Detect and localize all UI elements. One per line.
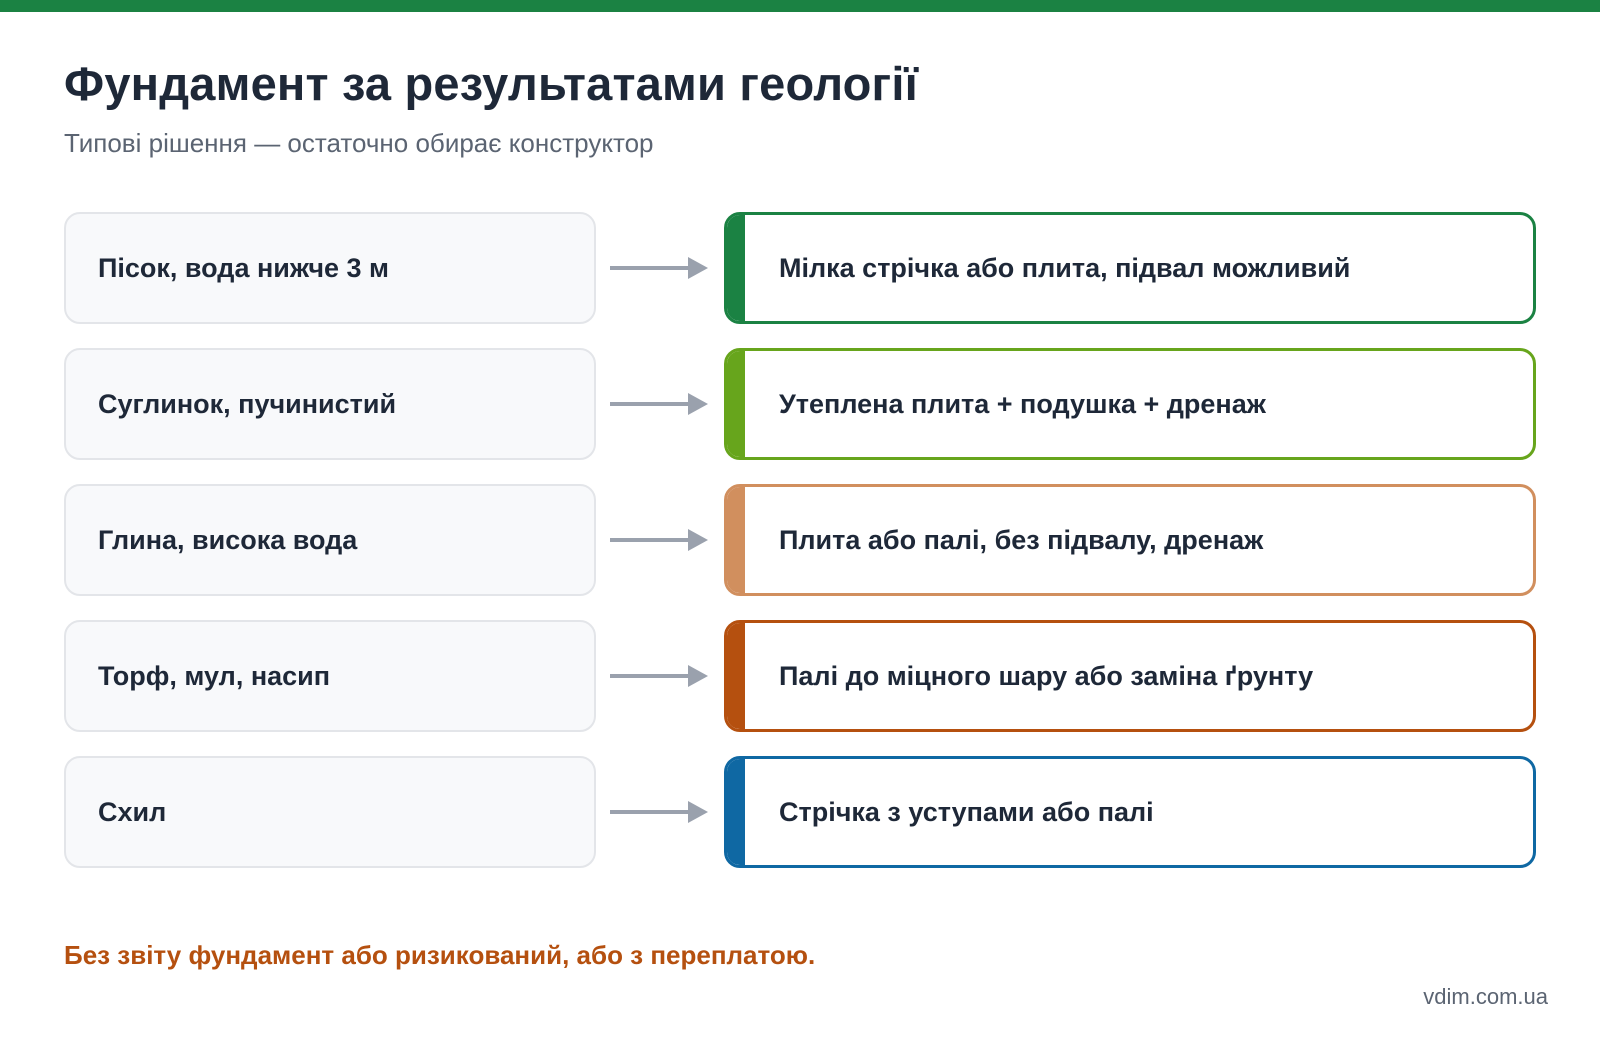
soil-label: Суглинок, пучинистий [98, 388, 397, 419]
soil-card: Глина, висока вода [64, 484, 596, 596]
solution-label: Плита або палі, без підвалу, дренаж [779, 524, 1264, 555]
foundation-solution-card: Утеплена плита + подушка + дренаж [724, 348, 1536, 460]
solution-accent-stripe [727, 623, 745, 729]
soil-card: Пісок, вода нижче 3 м [64, 212, 596, 324]
top-accent-bar [0, 0, 1600, 12]
soil-card: Торф, мул, насип [64, 620, 596, 732]
soil-row: Пісок, вода нижче 3 м Мілка стрічка або … [0, 212, 1600, 324]
soil-row: Суглинок, пучинистий Утеплена плита + по… [0, 348, 1600, 460]
foundation-solution-card: Плита або палі, без підвалу, дренаж [724, 484, 1536, 596]
soil-card: Суглинок, пучинистий [64, 348, 596, 460]
page-title: Фундамент за результатами геології [64, 57, 918, 110]
solution-label: Мілка стрічка або плита, підвал можливий [779, 252, 1351, 283]
foundation-solution-card: Мілка стрічка або плита, підвал можливий [724, 212, 1536, 324]
solution-accent-stripe [727, 215, 745, 321]
soil-row: Торф, мул, насип Палі до міцного шару аб… [0, 620, 1600, 732]
foundation-solution-card: Стрічка з уступами або палі [724, 756, 1536, 868]
solution-accent-stripe [727, 351, 745, 457]
soil-row: Схил Стрічка з уступами або палі [0, 756, 1600, 868]
solution-label: Стрічка з уступами або палі [779, 796, 1154, 827]
solution-label: Палі до міцного шару або заміна ґрунту [779, 660, 1314, 691]
solution-accent-stripe [727, 487, 745, 593]
soil-label: Пісок, вода нижче 3 м [98, 252, 390, 283]
arrow-right-icon [610, 801, 708, 823]
solution-label: Утеплена плита + подушка + дренаж [779, 388, 1266, 419]
soil-row: Глина, висока вода Плита або палі, без п… [0, 484, 1600, 596]
soil-label: Торф, мул, насип [98, 660, 331, 691]
site-footer: vdim.com.ua [1423, 984, 1548, 1009]
soil-card: Схил [64, 756, 596, 868]
soil-label: Глина, висока вода [98, 524, 358, 555]
foundation-solution-card: Палі до міцного шару або заміна ґрунту [724, 620, 1536, 732]
arrow-right-icon [610, 665, 708, 687]
warning-note: Без звіту фундамент або ризикований, або… [64, 940, 816, 970]
soil-label: Схил [98, 796, 167, 827]
arrow-right-icon [610, 393, 708, 415]
page-subtitle: Типові рішення — остаточно обирає констр… [64, 128, 654, 158]
solution-accent-stripe [727, 759, 745, 865]
arrow-right-icon [610, 257, 708, 279]
arrow-right-icon [610, 529, 708, 551]
